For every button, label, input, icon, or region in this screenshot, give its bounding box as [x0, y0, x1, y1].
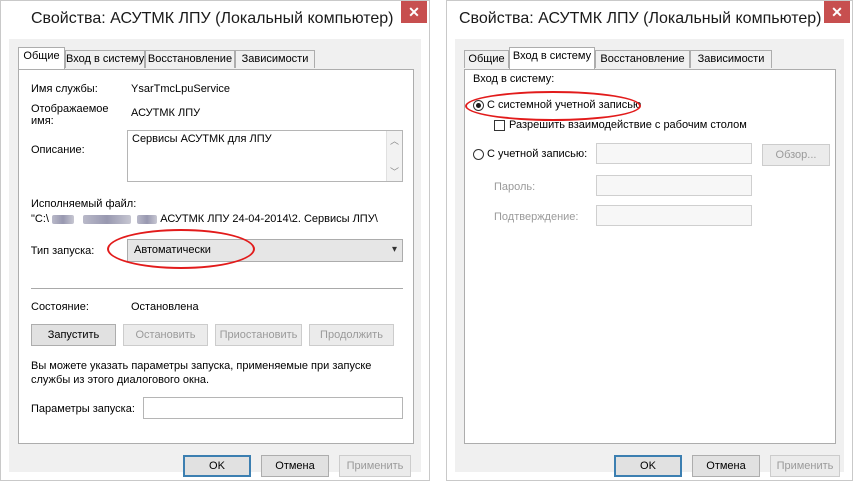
- title-bar[interactable]: Свойства: АСУТМК ЛПУ (Локальный компьюте…: [1, 1, 429, 39]
- description-label: Описание:: [31, 144, 85, 156]
- chevron-down-icon: ▾: [391, 244, 397, 255]
- service-name-label: Имя службы:: [31, 83, 98, 95]
- tab-general[interactable]: Общие: [18, 47, 65, 69]
- tab-general[interactable]: Общие: [464, 50, 509, 68]
- tab-logon[interactable]: Вход в систему: [509, 47, 595, 69]
- display-name-label-cont: имя:: [31, 115, 54, 127]
- tab-label: Зависимости: [697, 53, 765, 65]
- dialog-client-area: Общие Вход в систему Восстановление Зави…: [455, 39, 844, 477]
- tab-label: Общие: [468, 53, 505, 65]
- tab-label: Восстановление: [600, 53, 685, 65]
- window-title: Свойства: АСУТМК ЛПУ (Локальный компьюте…: [31, 10, 394, 27]
- scroll-down-icon[interactable]: ﹀: [387, 165, 402, 178]
- title-bar[interactable]: Свойства: АСУТМК ЛПУ (Локальный компьюте…: [447, 1, 852, 39]
- executable-path[interactable]: "C:\ АСУТМК ЛПУ 24-04-2014\2. Сервисы ЛП…: [31, 213, 411, 225]
- service-name-value: YsarTmcLpuService: [131, 83, 231, 95]
- redacted-segment: [83, 214, 132, 224]
- start-params-input[interactable]: [143, 397, 403, 419]
- allow-desktop-label[interactable]: Разрешить взаимодействие с рабочим столо…: [509, 119, 747, 131]
- tab-recovery[interactable]: Восстановление: [145, 50, 235, 68]
- this-account-label[interactable]: С учетной записью:: [487, 148, 587, 160]
- tab-panel-general: Имя службы: YsarTmcLpuService Отображаем…: [18, 69, 414, 444]
- password-input[interactable]: [596, 175, 752, 196]
- close-icon: ✕: [831, 4, 843, 20]
- close-button[interactable]: ✕: [401, 1, 427, 23]
- tab-panel-logon: Вход в систему: С системной учетной запи…: [464, 69, 836, 444]
- tab-label: Вход в систему: [512, 50, 592, 62]
- executable-label: Исполняемый файл:: [31, 198, 137, 210]
- system-account-label[interactable]: С системной учетной записью: [487, 99, 641, 111]
- close-button[interactable]: ✕: [824, 1, 850, 23]
- hint-text-cont: службы из этого диалогового окна.: [31, 374, 210, 386]
- ok-button[interactable]: OK: [614, 455, 682, 477]
- service-properties-dialog-logon: Свойства: АСУТМК ЛПУ (Локальный компьюте…: [446, 0, 853, 481]
- cancel-button[interactable]: Отмена: [692, 455, 760, 477]
- apply-button[interactable]: Применить: [339, 455, 411, 477]
- window-title: Свойства: АСУТМК ЛПУ (Локальный компьюте…: [459, 10, 822, 27]
- status-label: Состояние:: [31, 301, 89, 313]
- cancel-button[interactable]: Отмена: [261, 455, 329, 477]
- startup-type-select[interactable]: Автоматически ▾: [127, 239, 403, 262]
- scroll-up-icon[interactable]: ︿: [387, 134, 402, 147]
- browse-button[interactable]: Обзор...: [762, 144, 830, 166]
- start-params-label: Параметры запуска:: [31, 403, 135, 415]
- tab-dependencies[interactable]: Зависимости: [690, 50, 772, 68]
- executable-path-value: АСУТМК ЛПУ 24-04-2014\2. Сервисы ЛПУ\: [160, 213, 378, 225]
- tab-recovery[interactable]: Восстановление: [595, 50, 690, 68]
- pause-button[interactable]: Приостановить: [215, 324, 302, 346]
- ok-button[interactable]: OK: [183, 455, 251, 477]
- status-value: Остановлена: [131, 301, 199, 313]
- apply-button[interactable]: Применить: [770, 455, 840, 477]
- stop-button[interactable]: Остановить: [123, 324, 208, 346]
- display-name-label: Отображаемое: [31, 103, 109, 115]
- executable-path-prefix: "C:\: [31, 213, 49, 225]
- description-scrollbar[interactable]: ︿ ﹀: [386, 131, 402, 181]
- confirm-password-label: Подтверждение:: [494, 211, 579, 223]
- start-button[interactable]: Запустить: [31, 324, 116, 346]
- tab-logon[interactable]: Вход в систему: [65, 50, 145, 68]
- resume-button[interactable]: Продолжить: [309, 324, 394, 346]
- divider: [31, 288, 403, 289]
- redacted-segment: [52, 214, 75, 224]
- service-properties-dialog-general: Свойства: АСУТМК ЛПУ (Локальный компьюте…: [0, 0, 430, 481]
- tab-label: Общие: [23, 50, 60, 62]
- logon-as-label: Вход в систему:: [473, 73, 555, 85]
- this-account-radio[interactable]: [473, 149, 484, 160]
- account-input[interactable]: [596, 143, 752, 164]
- tab-label: Зависимости: [241, 53, 309, 65]
- startup-type-label: ТТип запуска:: [30, 245, 95, 257]
- description-field[interactable]: Сервисы АСУТМК для ЛПУ ︿ ﹀: [127, 130, 403, 182]
- dialog-client-area: Общие Вход в систему Восстановление Зави…: [9, 39, 421, 477]
- allow-desktop-checkbox[interactable]: [494, 120, 505, 131]
- redacted-segment: [137, 214, 158, 224]
- system-account-radio[interactable]: [473, 100, 484, 111]
- confirm-password-input[interactable]: [596, 205, 752, 226]
- startup-type-value: Автоматически: [134, 244, 211, 256]
- password-label: Пароль:: [494, 181, 536, 193]
- tab-dependencies[interactable]: Зависимости: [235, 50, 315, 68]
- hint-text: Вы можете указать параметры запуска, при…: [31, 360, 372, 372]
- tab-label: Вход в систему: [66, 53, 145, 65]
- close-icon: ✕: [408, 4, 420, 20]
- display-name-value[interactable]: АСУТМК ЛПУ: [131, 107, 200, 119]
- tab-label: Восстановление: [147, 53, 233, 65]
- description-value: Сервисы АСУТМК для ЛПУ: [132, 133, 272, 145]
